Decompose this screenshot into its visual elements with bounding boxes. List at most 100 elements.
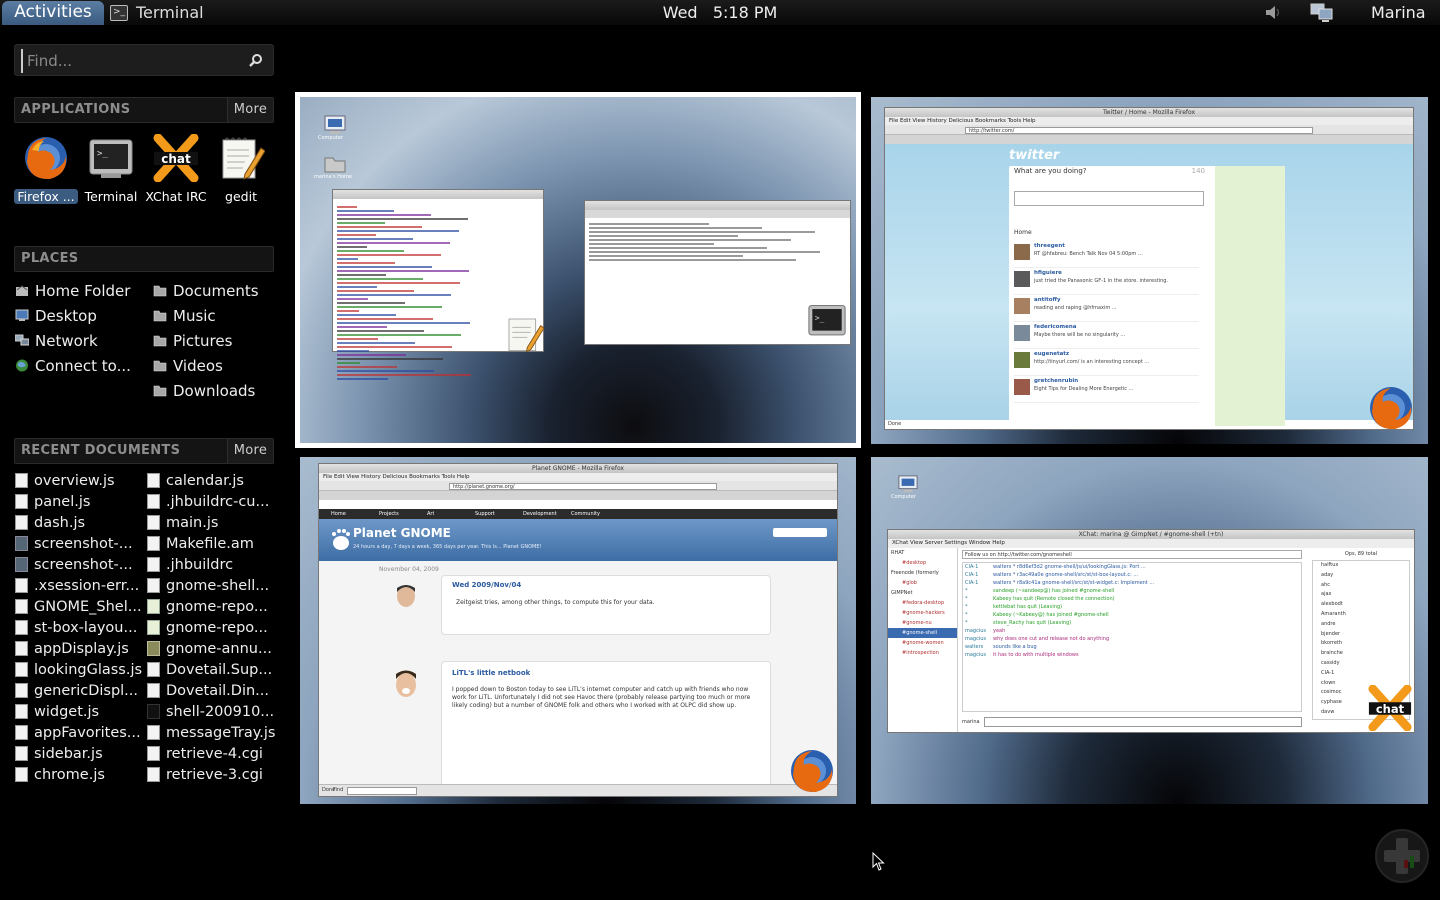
code-line — [337, 270, 469, 272]
recent-document[interactable]: .xsession-err... — [15, 575, 143, 596]
applications-more-button[interactable]: More — [227, 98, 273, 122]
status-input — [1014, 191, 1204, 206]
folder-icon — [153, 310, 167, 322]
folder-icon — [153, 285, 167, 297]
place-pictures[interactable]: Pictures — [153, 328, 259, 353]
recent-more-button[interactable]: More — [227, 439, 273, 463]
place-downloads[interactable]: Downloads — [153, 378, 259, 403]
app-xchat[interactable]: chat XChat IRC — [144, 132, 208, 204]
document-icon — [15, 620, 28, 635]
recent-document[interactable]: gnome-annu... — [147, 638, 277, 659]
user-list-item: CIA-1 — [1321, 669, 1335, 676]
app-label: gedit — [225, 189, 257, 204]
recent-document[interactable]: screenshot-... — [15, 533, 143, 554]
tab-bar — [885, 135, 1413, 144]
user-list-item: halftux — [1321, 562, 1339, 568]
recent-document[interactable]: calendar.js — [147, 470, 277, 491]
window-thumbnail-twitter[interactable]: Twitter / Home - Mozilla Firefox File Ed… — [871, 97, 1428, 444]
gnome-foot-icon — [332, 529, 350, 550]
recent-document[interactable]: gnome-repo... — [147, 596, 277, 617]
chat-line: magcius it has to do with multiple window… — [963, 651, 1301, 659]
recent-document[interactable]: st-box-layou... — [15, 617, 143, 638]
terminal-line — [589, 251, 820, 253]
recent-document[interactable]: lookingGlass.js — [15, 659, 143, 680]
user-list-item: bkorreth — [1321, 640, 1343, 647]
recent-documents-right: calendar.js .jhbuildrc-cu... main.js Makefi… — [147, 470, 277, 785]
site-nav-item: Art — [427, 511, 435, 517]
window-thumbnail-planet-gnome[interactable]: Planet GNOME - Mozilla Firefox File Edit… — [300, 457, 856, 804]
volume-icon[interactable] — [1264, 4, 1282, 21]
app-firefox[interactable]: Firefox ... — [14, 132, 78, 204]
channel-item: #gnome-hackers — [902, 610, 945, 616]
recent-document[interactable]: widget.js — [15, 701, 143, 722]
recent-document[interactable]: GNOME_Shel... — [15, 596, 143, 617]
recent-document[interactable]: dash.js — [15, 512, 143, 533]
recent-document[interactable]: retrieve-4.cgi — [147, 743, 277, 764]
recent-document[interactable]: appFavorites... — [15, 722, 143, 743]
app-terminal[interactable]: >_ Terminal — [79, 132, 143, 204]
app-gedit[interactable]: gedit — [209, 132, 273, 204]
recent-document[interactable]: genericDispl... — [15, 680, 143, 701]
recent-document[interactable]: Dovetail.Sup... — [147, 659, 277, 680]
recent-document-label: Dovetail.Din... — [166, 682, 269, 699]
page-body: November 04, 2009 Wed 2009/Nov/04 Zeitge… — [319, 561, 837, 791]
clock-time[interactable]: 5:18 PM — [713, 3, 777, 22]
app-menu[interactable]: >_ Terminal — [110, 0, 204, 25]
tweet-user: threegent — [1034, 243, 1065, 249]
recent-document-label: calendar.js — [166, 472, 244, 489]
chat-message: walters * r8a9c41a gnome-shell/src/st/st… — [993, 580, 1155, 586]
recent-document[interactable]: screenshot-... — [15, 554, 143, 575]
place-home-folder[interactable]: Home Folder — [15, 278, 131, 303]
code-line — [337, 346, 452, 348]
recent-document[interactable]: gnome-repo... — [147, 617, 277, 638]
chat-message: yeah — [993, 628, 1006, 634]
recent-document[interactable]: Makefile.am — [147, 533, 277, 554]
window-thumbnail-xchat[interactable]: Computer XChat: marina @ GimpNet / #gnom… — [871, 457, 1428, 804]
place-desktop[interactable]: Desktop — [15, 303, 131, 328]
site-title: Planet GNOME — [353, 526, 451, 540]
gedit-icon — [222, 137, 266, 180]
message-tray-icon[interactable] — [1374, 828, 1430, 884]
recent-document[interactable]: sidebar.js — [15, 743, 143, 764]
place-documents[interactable]: Documents — [153, 278, 259, 303]
chat-line: magcius why does one cut and release not … — [963, 635, 1301, 643]
chat-nick: * — [965, 588, 968, 594]
search-icon[interactable] — [248, 53, 263, 68]
search-input[interactable] — [21, 49, 241, 73]
recent-document[interactable]: overview.js — [15, 470, 143, 491]
user-menu[interactable]: Marina — [1371, 0, 1426, 25]
place-label: Documents — [173, 281, 259, 300]
tweet: federicomena Maybe there will be no singu… — [1014, 322, 1199, 349]
firefox-icon — [791, 750, 833, 793]
place-network[interactable]: Network — [15, 328, 131, 353]
recent-document[interactable]: shell-200910... — [147, 701, 277, 722]
code-line — [337, 294, 451, 296]
place-connect-to[interactable]: Connect to... — [15, 353, 131, 378]
recent-document-label: screenshot-... — [34, 535, 133, 552]
recent-document-label: gnome-repo... — [166, 619, 268, 636]
clock-day[interactable]: Wed — [663, 3, 698, 22]
document-icon — [147, 494, 160, 509]
recent-document[interactable]: .jhbuildrc — [147, 554, 277, 575]
window-thumbnail-desktop[interactable]: Computer marina's Home >_ — [295, 92, 861, 448]
chat-line: CIA-1 walters * r8a9c41a gnome-shell/src/… — [963, 579, 1301, 587]
recent-document[interactable]: chrome.js — [15, 764, 143, 785]
recent-document[interactable]: main.js — [147, 512, 277, 533]
recent-document[interactable]: .jhbuildrc-cu... — [147, 491, 277, 512]
recent-document[interactable]: appDisplay.js — [15, 638, 143, 659]
recent-document[interactable]: retrieve-3.cgi — [147, 764, 277, 785]
code-line — [337, 366, 397, 368]
network-icon[interactable] — [1310, 2, 1334, 24]
channel-item: #gnome-shell — [888, 628, 957, 638]
activities-button[interactable]: Activities — [2, 1, 104, 25]
recent-document[interactable]: panel.js — [15, 491, 143, 512]
place-music[interactable]: Music — [153, 303, 259, 328]
recent-document[interactable]: messageTray.js — [147, 722, 277, 743]
recent-document[interactable]: gnome-shell... — [147, 575, 277, 596]
recent-document-label: appDisplay.js — [34, 640, 129, 657]
code-line — [337, 298, 368, 300]
document-icon — [147, 536, 160, 551]
recent-document[interactable]: Dovetail.Din... — [147, 680, 277, 701]
place-videos[interactable]: Videos — [153, 353, 259, 378]
computer-icon — [898, 475, 918, 493]
